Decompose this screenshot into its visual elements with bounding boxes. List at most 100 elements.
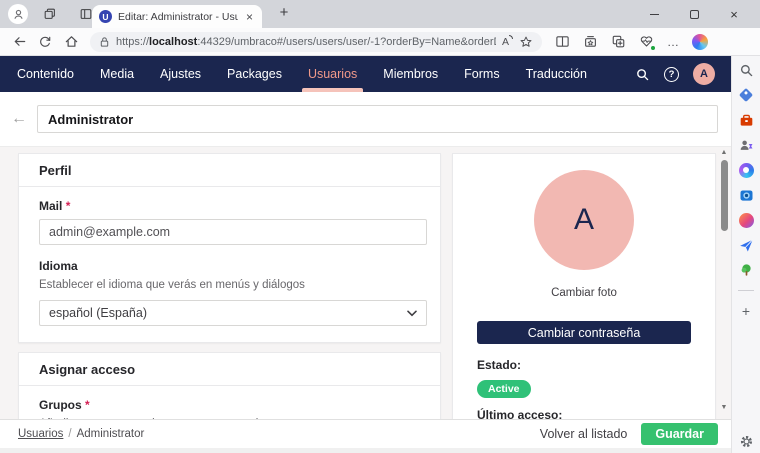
breadcrumb-link-usuarios[interactable]: Usuarios <box>18 428 63 440</box>
editor-content: Perfil Mail * Idioma Establecer el idiom… <box>0 146 731 419</box>
address-bar[interactable]: https://localhost:44329/umbraco#/users/u… <box>90 32 542 52</box>
nav-item-miembros[interactable]: Miembros <box>370 56 451 92</box>
language-help-text: Establecer el idioma que verás en menús … <box>39 279 427 291</box>
save-button[interactable]: Guardar <box>641 423 718 445</box>
nav-item-traduccion[interactable]: Traducción <box>513 56 600 92</box>
lock-icon <box>99 36 110 48</box>
scroll-down-icon[interactable]: ▼ <box>721 404 728 412</box>
access-card: Asignar acceso Grupos * Añadir grupos pa… <box>18 352 441 419</box>
shopping-icon[interactable] <box>611 34 626 49</box>
nav-item-packages[interactable]: Packages <box>214 56 295 92</box>
bottom-sliver <box>0 448 731 453</box>
breadcrumb: Usuarios / Administrator <box>18 428 144 440</box>
url-text: https://localhost:44329/umbraco#/users/u… <box>116 36 496 48</box>
split-screen-icon[interactable] <box>555 34 570 49</box>
browser-tab[interactable]: U Editar: Administrator - Usuarios × <box>92 5 262 28</box>
sidebar-people-icon[interactable] <box>738 137 754 153</box>
minimize-icon <box>650 14 659 15</box>
language-select[interactable]: español (España) <box>39 300 427 326</box>
groups-help-text: Añadir grupos para asignar acceso y perm… <box>39 418 427 419</box>
chevron-down-icon <box>407 310 417 317</box>
user-name-input[interactable] <box>37 105 718 133</box>
collections-icon[interactable] <box>583 34 598 49</box>
person-icon <box>12 8 25 21</box>
browser-profile-button[interactable] <box>8 4 28 24</box>
workspaces-icon <box>43 7 57 21</box>
toolbar-extensions: … <box>555 34 680 49</box>
sidebar-shopping-tag-icon[interactable] <box>738 87 754 103</box>
close-button[interactable]: × <box>714 0 754 28</box>
umbraco-top-nav: Contenido Media Ajustes Packages Usuario… <box>0 56 731 92</box>
browser-toolbar: https://localhost:44329/umbraco#/users/u… <box>0 28 760 56</box>
mail-label: Mail * <box>39 199 427 213</box>
access-card-title: Asignar acceso <box>19 353 440 386</box>
main-row: Contenido Media Ajustes Packages Usuario… <box>0 56 760 453</box>
mail-input[interactable] <box>39 219 427 245</box>
nav-item-contenido[interactable]: Contenido <box>4 56 87 92</box>
nav-item-usuarios[interactable]: Usuarios <box>295 56 370 92</box>
window-controls: × <box>634 0 754 28</box>
workspaces-button[interactable] <box>38 3 62 25</box>
sidebar-toolbox-icon[interactable] <box>738 112 754 128</box>
change-photo-button[interactable]: Cambiar foto <box>453 287 715 299</box>
umbraco-favicon: U <box>99 10 112 23</box>
right-column: A Cambiar foto Cambiar contraseña Estado… <box>452 153 716 419</box>
sidebar-add-button[interactable]: + <box>738 303 754 319</box>
back-icon <box>12 34 27 49</box>
nav-item-forms[interactable]: Forms <box>451 56 512 92</box>
sidebar-settings-icon[interactable] <box>738 433 754 449</box>
sidebar-camera-icon[interactable] <box>738 187 754 203</box>
settings-more-icon[interactable]: … <box>667 35 680 49</box>
copilot-icon[interactable] <box>692 34 708 50</box>
sidebar-designer-icon[interactable] <box>738 162 754 178</box>
nav-item-media[interactable]: Media <box>87 56 147 92</box>
search-icon[interactable] <box>635 67 650 82</box>
minimize-button[interactable] <box>634 0 674 28</box>
scroll-up-icon[interactable]: ▲ <box>721 149 728 157</box>
maximize-icon <box>690 10 699 19</box>
back-to-list-button[interactable]: Volver al listado <box>540 427 628 441</box>
tab-title: Editar: Administrator - Usuarios <box>118 11 238 23</box>
status-badge: Active <box>477 380 531 398</box>
sidebar-tree-icon[interactable] <box>738 262 754 278</box>
user-avatar[interactable]: A <box>693 63 715 85</box>
scrollbar-thumb[interactable] <box>721 160 728 231</box>
edge-sidebar: + <box>731 56 760 453</box>
sidebar-bird-icon[interactable] <box>738 212 754 228</box>
tab-close-button[interactable]: × <box>244 10 255 24</box>
sidebar-paper-plane-icon[interactable] <box>738 237 754 253</box>
browser-essentials-icon[interactable] <box>639 34 654 49</box>
help-icon[interactable]: ? <box>664 67 679 82</box>
left-column: Perfil Mail * Idioma Establecer el idiom… <box>18 153 441 419</box>
content-scrollbar[interactable]: ▲ ▼ <box>719 149 729 412</box>
browser-titlebar: U Editar: Administrator - Usuarios × + × <box>0 0 760 28</box>
breadcrumb-separator: / <box>68 428 71 440</box>
groups-label: Grupos * <box>39 398 427 412</box>
language-label: Idioma <box>39 259 427 273</box>
avatar[interactable]: A <box>534 170 634 270</box>
profile-card: Perfil Mail * Idioma Establecer el idiom… <box>18 153 441 343</box>
required-mark: * <box>66 199 71 213</box>
sidebar-search-icon[interactable] <box>738 62 754 78</box>
change-password-button[interactable]: Cambiar contraseña <box>477 321 691 344</box>
editor-footer: Usuarios / Administrator Volver al lista… <box>0 419 731 448</box>
maximize-button[interactable] <box>674 0 714 28</box>
required-mark: * <box>85 398 90 412</box>
profile-card-title: Perfil <box>19 154 440 187</box>
refresh-icon <box>38 35 52 49</box>
back-button[interactable] <box>8 31 30 53</box>
sidebar-divider <box>738 290 754 291</box>
favorites-star-icon[interactable] <box>519 35 533 49</box>
read-aloud-icon[interactable]: A <box>502 36 513 48</box>
new-tab-button[interactable]: + <box>274 4 294 21</box>
home-button[interactable] <box>60 31 82 53</box>
nav-item-ajustes[interactable]: Ajustes <box>147 56 214 92</box>
breadcrumb-current: Administrator <box>77 428 145 440</box>
umbraco-app: Contenido Media Ajustes Packages Usuario… <box>0 56 731 453</box>
back-arrow-icon[interactable]: ← <box>10 110 28 128</box>
tab-layout-icon <box>79 7 93 21</box>
essentials-status-dot <box>650 45 656 51</box>
refresh-button[interactable] <box>34 31 56 53</box>
last-login-label: Último acceso: <box>477 408 691 419</box>
home-icon <box>64 34 79 49</box>
